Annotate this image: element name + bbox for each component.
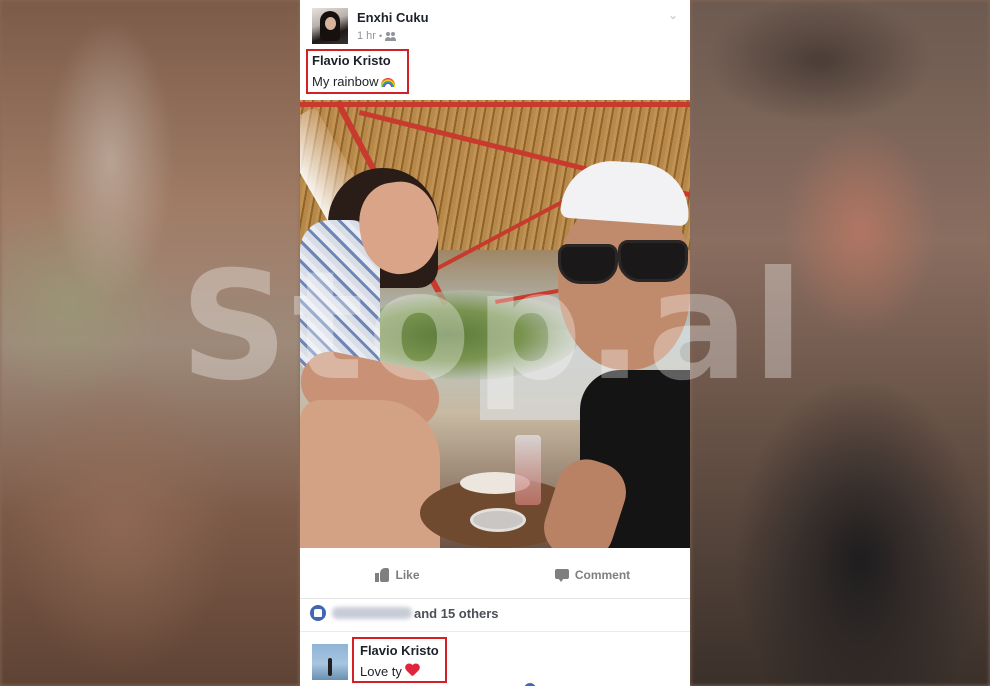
like-reaction-icon: [310, 605, 326, 621]
photo-person-face: [558, 200, 690, 370]
photo-person-legs: [300, 400, 440, 548]
divider: [300, 598, 690, 599]
comment-button[interactable]: Comment: [495, 560, 690, 590]
post-caption-text: My rainbow: [312, 74, 379, 89]
tagged-name[interactable]: Flavio Kristo: [312, 53, 391, 68]
friends-icon[interactable]: [385, 31, 397, 41]
blurred-liker-name: [332, 607, 412, 619]
comment-icon: [554, 568, 569, 582]
like-label: Like: [395, 568, 420, 582]
likes-count-text[interactable]: and 15 others: [414, 606, 499, 621]
like-button[interactable]: Like: [300, 560, 495, 590]
post-header: Enxhi Cuku 1 hr • ⌄ Flavio Kristo My rai…: [300, 0, 690, 98]
rainbow-icon: [381, 78, 396, 87]
author-avatar[interactable]: [312, 8, 348, 44]
post-actions: Like Comment: [300, 560, 690, 590]
divider: [300, 631, 690, 632]
chevron-down-icon[interactable]: ⌄: [666, 8, 680, 22]
comment-author[interactable]: Flavio Kristo: [360, 643, 439, 658]
author-name[interactable]: Enxhi Cuku: [357, 10, 429, 25]
photo-sunglasses: [554, 240, 690, 284]
likes-summary[interactable]: and 15 others: [310, 604, 690, 622]
post-timestamp[interactable]: 1 hr: [357, 30, 376, 42]
blurred-background-left: [0, 0, 300, 686]
comment-highlight-box: Flavio Kristo Love ty: [352, 637, 447, 683]
comment-label: Comment: [574, 568, 631, 582]
post-caption: My rainbow: [312, 74, 396, 89]
meta-separator: •: [378, 31, 383, 41]
heart-icon: [405, 664, 419, 677]
photo-beam: [300, 102, 690, 107]
facebook-post: Enxhi Cuku 1 hr • ⌄ Flavio Kristo My rai…: [300, 0, 690, 686]
comment-text: Love ty: [360, 664, 402, 679]
photo-ashtray: [470, 508, 526, 532]
tag-highlight-box: Flavio Kristo My rainbow: [306, 49, 409, 94]
comment-text-line: Love ty: [360, 664, 419, 679]
post-photo[interactable]: [300, 100, 690, 548]
photo-glass: [515, 435, 541, 505]
thumbs-up-icon: [375, 568, 390, 582]
commenter-avatar[interactable]: [312, 644, 348, 680]
blurred-background-right: [690, 0, 990, 686]
post-meta: 1 hr •: [357, 30, 397, 42]
